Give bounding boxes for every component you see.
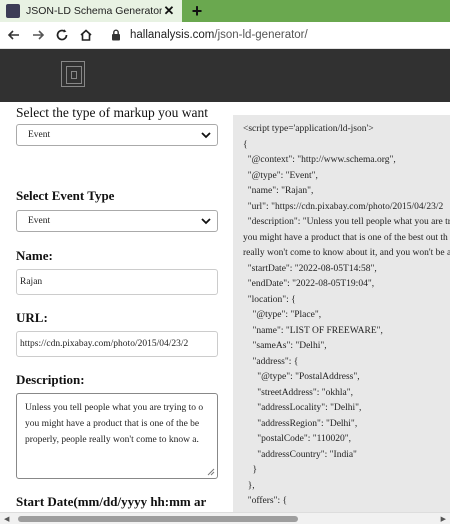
url-label: URL: (16, 310, 48, 325)
code-line: you might have a product that is one of … (243, 232, 448, 243)
event-type-value: Event (28, 216, 51, 226)
code-line: "@type": "PostalAddress", (243, 372, 360, 382)
start-date-label: Start Date(mm/dd/yyyy hh:mm ar (16, 494, 207, 509)
address-bar[interactable]: hallanalysis.com/json-ld-generator/ (130, 29, 308, 41)
code-line: really won't come to know about it, and … (243, 248, 450, 258)
site-logo-icon[interactable] (61, 61, 85, 87)
event-type-label: Select Event Type (16, 188, 115, 203)
code-line: "streetAddress": "okhla", (243, 387, 353, 398)
reload-icon[interactable] (52, 25, 72, 45)
code-line: "name": "Rajan", (243, 186, 314, 196)
code-line: "address": { (243, 356, 299, 367)
browser-toolbar: hallanalysis.com/json-ld-generator/ (0, 22, 450, 49)
code-line: "addressCountry": "India" (243, 449, 357, 460)
scrollbar-thumb[interactable] (18, 516, 298, 522)
home-icon[interactable] (76, 25, 96, 45)
scroll-right-icon[interactable]: ▶ (441, 515, 446, 523)
code-line: { (243, 139, 248, 150)
code-line: "name": "LIST OF FREEWARE", (243, 325, 383, 336)
code-line: } (243, 465, 258, 475)
tab-title: JSON-LD Schema Generator For (26, 5, 162, 17)
code-line: <script type='application/ld-json'> (243, 124, 374, 134)
form-column: Select the type of markup you want Event… (0, 102, 230, 512)
code-line: "@context": "http://www.schema.org", (243, 155, 396, 165)
event-type-select[interactable]: Event (16, 210, 218, 232)
site-header (0, 49, 450, 102)
resize-handle-icon[interactable] (207, 468, 215, 476)
url-field[interactable]: https://cdn.pixabay.com/photo/2015/04/23… (16, 331, 218, 357)
name-label: Name: (16, 248, 53, 263)
description-line: Unless you tell people what you are tryi… (25, 403, 204, 413)
lock-icon[interactable] (108, 25, 124, 45)
description-line: you might have a product that is one of … (25, 419, 200, 429)
scroll-left-icon[interactable]: ◀ (4, 515, 9, 523)
code-line: "endDate": "2022-08-05T19:04", (243, 279, 375, 289)
code-line: }, (243, 480, 255, 491)
markup-type-value: Event (28, 130, 51, 140)
code-line: "@type": "Place", (243, 310, 322, 320)
code-line: "location": { (243, 294, 296, 305)
description-label: Description: (16, 372, 85, 387)
code-line: "sameAs": "Delhi", (243, 341, 327, 351)
name-field[interactable]: Rajan (16, 269, 218, 295)
back-icon[interactable] (4, 25, 24, 45)
code-line: "offers": { (243, 496, 288, 506)
browser-tab[interactable]: JSON-LD Schema Generator For ✕ (0, 0, 182, 22)
new-tab-button[interactable]: + (186, 0, 208, 22)
horizontal-scrollbar[interactable]: ◀ ▶ (0, 512, 450, 524)
markup-type-label: Select the type of markup you want (16, 105, 208, 120)
json-ld-output-panel[interactable]: <script type='application/ld-json'> { "@c… (233, 115, 450, 512)
url-domain: hallanalysis.com (130, 29, 215, 41)
code-line: "addressLocality": "Delhi", (243, 403, 362, 413)
description-field[interactable]: Unless you tell people what you are tryi… (16, 393, 218, 479)
chevron-down-icon (201, 218, 211, 225)
code-line: "postalCode": "110020", (243, 434, 352, 444)
site-favicon-icon (6, 4, 20, 18)
code-line: "addressRegion": "Delhi", (243, 418, 358, 429)
code-line: "url": "https://cdn.pixabay.com/photo/20… (243, 201, 444, 212)
code-line: "startDate": "2022-08-05T14:58", (243, 263, 377, 274)
markup-type-select[interactable]: Event (16, 124, 218, 146)
code-line: "@type": "Event", (243, 170, 318, 181)
code-line: "description": "Unless you tell people w… (243, 217, 450, 227)
forward-icon[interactable] (28, 25, 48, 45)
close-tab-icon[interactable]: ✕ (162, 3, 176, 19)
browser-tab-bar: JSON-LD Schema Generator For ✕ + (0, 0, 450, 22)
chevron-down-icon (201, 132, 211, 139)
url-path: /json-ld-generator/ (214, 29, 308, 41)
description-line: properly, people really won't come to kn… (25, 435, 199, 445)
